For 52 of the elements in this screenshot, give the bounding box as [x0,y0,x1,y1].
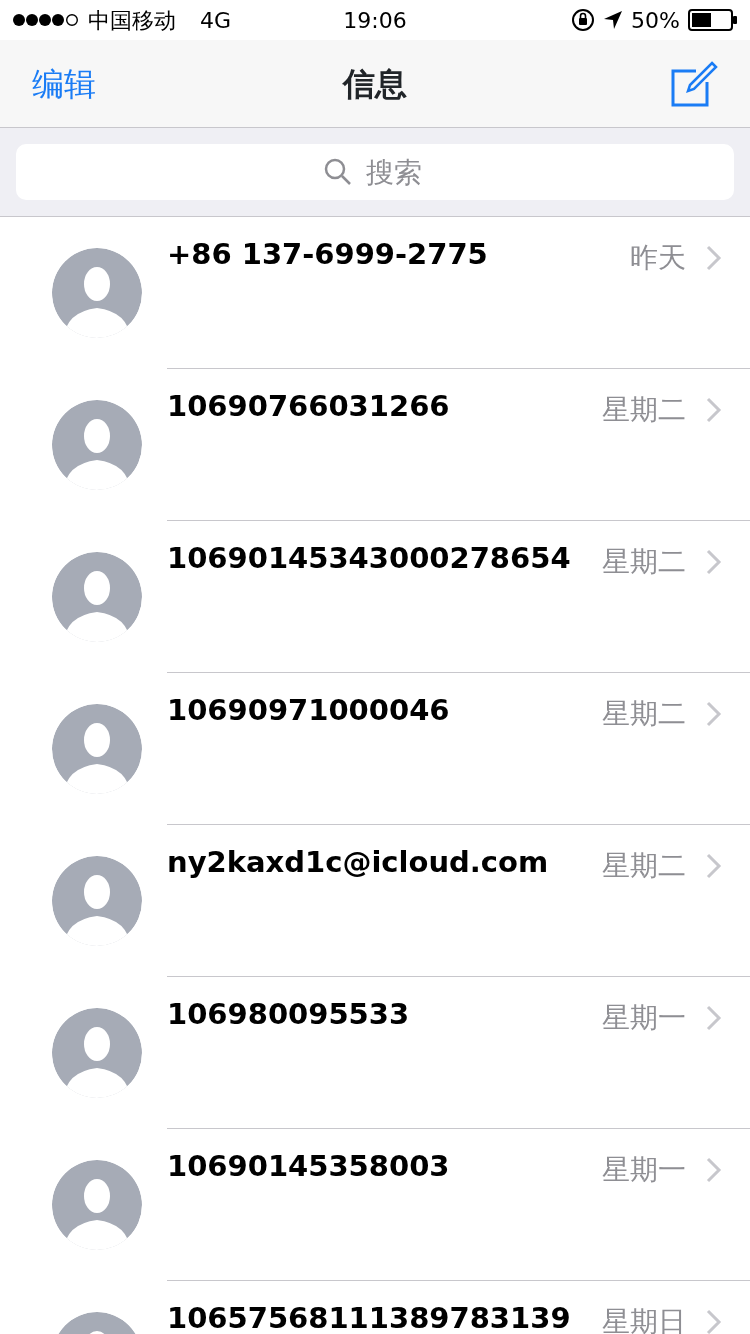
conversation-row[interactable]: ny2kaxd1c@icloud.com 星期二 [0,825,750,977]
chevron-icon [706,1309,722,1334]
conversation-row[interactable]: 10690766031266 星期二 [0,369,750,521]
contact-name: 10690971000046 [167,692,451,729]
conversation-row[interactable]: 10690145343000278654 星期二 [0,521,750,673]
signal-icon [12,13,80,27]
search-icon [324,158,352,186]
avatar-icon [52,1160,142,1250]
edit-link[interactable]: 编辑 [32,64,96,103]
avatar-icon [52,400,142,490]
message-date: 星期一 [602,1152,686,1188]
message-date: 星期二 [602,392,686,428]
conversation-row[interactable]: +86 137-6999-2775 昨天 [0,217,750,369]
chevron-icon [706,549,722,575]
screen-title: 信息 [343,63,407,105]
contact-name: 10657568111389783139 [167,1300,572,1334]
contact-name: ny2kaxd1c@icloud.com [167,844,550,881]
clock-time: 19:06 [342,6,408,35]
contact-name: 106980095533 [167,996,411,1033]
chevron-icon [706,245,722,271]
location-arrow-icon [603,10,624,30]
network-type: 4G [200,6,232,35]
contact-name: 10690766031266 [167,388,451,425]
message-date: 星期一 [602,1000,686,1036]
conversation-row[interactable]: 106980095533 星期一 [0,977,750,1129]
chevron-icon [706,397,722,423]
conversation-row[interactable]: 10657568111389783139 星期日 [0,1281,750,1334]
contact-name: 10690145343000278654 [167,540,572,577]
chevron-icon [706,1157,722,1183]
avatar-icon [52,704,142,794]
carrier-name: 中国移动 [88,6,176,35]
conversation-row[interactable]: 10690145358003 星期一 [0,1129,750,1281]
message-date: 星期二 [602,696,686,732]
chevron-icon [706,701,722,727]
avatar-icon [52,856,142,946]
conversation-row[interactable]: 10690971000046 星期二 [0,673,750,825]
battery-icon [688,9,738,31]
compose-icon[interactable] [670,59,718,108]
rotation-lock-icon [571,8,596,32]
battery-percent: 50% [631,6,680,35]
message-date: 星期日 [602,1304,686,1334]
message-date: 昨天 [630,240,686,276]
search-field[interactable]: 搜索 [16,144,734,200]
avatar-icon [52,1008,142,1098]
chevron-icon [706,853,722,879]
contact-name: +86 137-6999-2775 [167,236,489,273]
contact-name: 10690145358003 [167,1148,451,1185]
message-date: 星期二 [602,544,686,580]
chevron-icon [706,1005,722,1031]
message-date: 星期二 [602,848,686,884]
avatar-icon [52,248,142,338]
avatar-icon [52,552,142,642]
